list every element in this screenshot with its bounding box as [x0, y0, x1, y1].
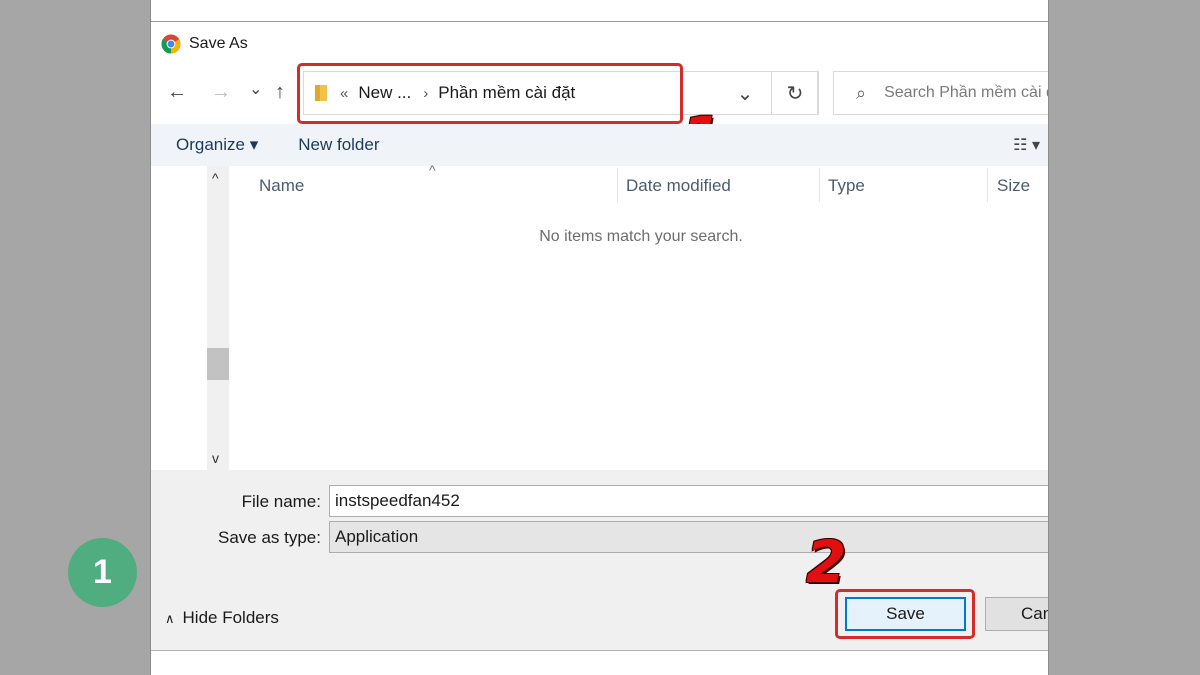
window-top-border — [151, 21, 1048, 22]
refresh-button[interactable]: ↻ — [771, 71, 819, 115]
chevron-up-icon: ∧ — [165, 611, 175, 626]
annotation-box-address — [297, 63, 683, 124]
window-title: Save As — [189, 35, 248, 52]
sort-caret-icon: ^ — [429, 162, 436, 178]
scroll-up-icon[interactable]: ^ — [212, 170, 219, 186]
organize-menu-button[interactable]: Organize ▾ — [176, 135, 258, 155]
chevron-down-icon: ⌄ — [736, 82, 754, 105]
scroll-down-icon[interactable]: v — [212, 450, 219, 466]
back-arrow-icon[interactable]: ← — [167, 80, 187, 104]
recent-locations-chevron-icon[interactable]: ⌄ — [249, 78, 262, 102]
save-form-panel: File name: instspeedfan452 Save as type:… — [151, 470, 1048, 675]
command-toolbar: Organize ▾ New folder ☷ ▾ — [151, 124, 1048, 166]
save-as-type-select[interactable]: Application — [329, 521, 1048, 553]
dialog-footer-strip — [151, 651, 1048, 675]
column-size[interactable]: Size — [997, 176, 1030, 196]
column-header-row: ^ Name Date modified Type Size — [231, 162, 1048, 204]
refresh-icon: ↻ — [786, 82, 804, 105]
empty-state-message: No items match your search. — [539, 228, 743, 245]
scrollbar-thumb[interactable] — [207, 348, 229, 380]
file-name-field[interactable]: instspeedfan452 — [329, 485, 1048, 517]
cancel-button[interactable]: Cancel — [985, 597, 1048, 631]
view-options-icon[interactable]: ☷ ▾ — [1013, 135, 1040, 155]
step-number-badge: 1 — [68, 538, 137, 607]
column-name[interactable]: Name — [259, 176, 304, 196]
column-divider[interactable] — [987, 168, 988, 202]
title-bar: Save As — [161, 33, 248, 55]
hide-folders-toggle[interactable]: ∧ Hide Folders — [165, 608, 279, 628]
file-list: ^ Name Date modified Type Size No items … — [231, 162, 1048, 470]
search-icon: ⌕ — [856, 82, 867, 103]
save-as-type-label: Save as type: — [217, 528, 321, 547]
search-placeholder: Search Phần mềm cài đặt — [884, 84, 1048, 101]
up-arrow-icon[interactable]: ↑ — [275, 80, 285, 104]
chrome-icon — [161, 34, 181, 54]
search-input[interactable]: ⌕ Search Phần mềm cài đặt — [833, 71, 1048, 115]
save-as-dialog: Save As ← → ⌄ ↑ « New ... › Phần mềm cài… — [150, 0, 1049, 675]
save-button[interactable]: Save — [845, 597, 966, 631]
column-divider[interactable] — [617, 168, 618, 202]
file-name-label: File name: — [241, 492, 321, 511]
navigation-pane-scrollbar[interactable]: ^ v — [207, 166, 229, 470]
column-divider[interactable] — [819, 168, 820, 202]
hide-folders-label: Hide Folders — [182, 608, 279, 627]
new-folder-button[interactable]: New folder — [298, 135, 379, 155]
column-date-modified[interactable]: Date modified — [626, 176, 731, 196]
forward-arrow-icon[interactable]: → — [211, 80, 231, 104]
address-dropdown[interactable]: ⌄ — [719, 71, 771, 115]
column-type[interactable]: Type — [828, 176, 865, 196]
annotation-marker-2: 2 — [806, 528, 847, 596]
